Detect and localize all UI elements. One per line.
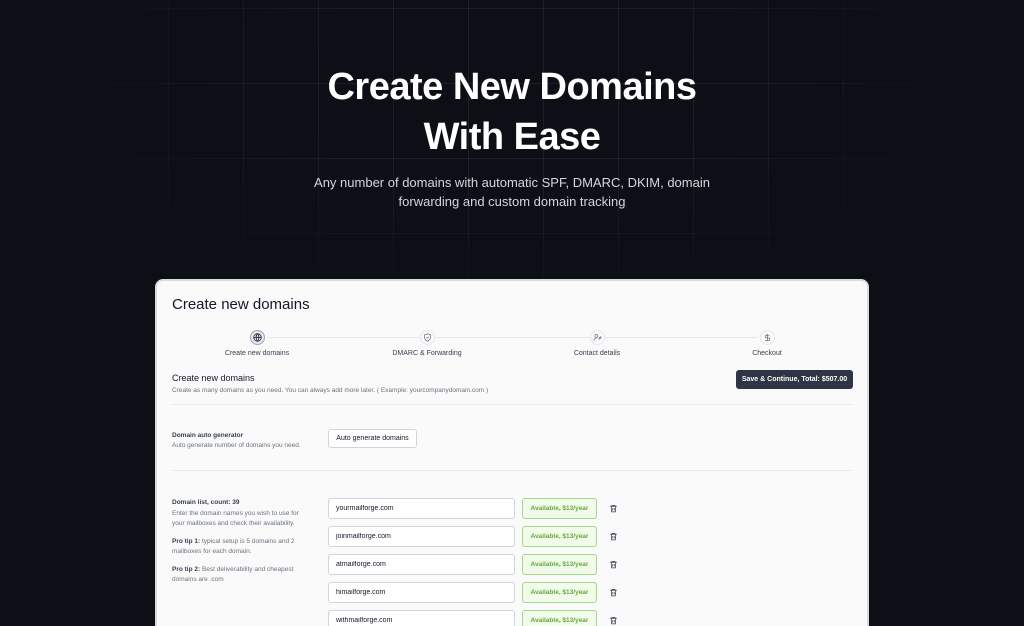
trash-icon[interactable] (604, 555, 623, 574)
step-label: DMARC & Forwarding (392, 350, 462, 357)
domain-input[interactable] (328, 526, 515, 547)
create-domains-card: Create new domains Create new domains DM… (155, 279, 869, 626)
domain-list-desc: Enter the domain names you wish to use f… (172, 510, 299, 527)
pro-tip-2: Pro tip 2: Best deliverability and cheap… (172, 566, 294, 583)
step-label: Contact details (573, 350, 621, 357)
domain-input[interactable] (328, 582, 515, 603)
save-continue-button[interactable]: Save & Continue, Total: $507.00 (736, 370, 853, 389)
card-title: Create new domains (172, 296, 310, 313)
auto-generate-button[interactable]: Auto generate domains (328, 429, 417, 448)
section-description: Create as many domains as you need. You … (172, 387, 489, 394)
pro-tip-1: Pro tip 1: typical setup is 5 domains an… (172, 538, 295, 555)
domain-input[interactable] (328, 610, 515, 626)
step-dmarc-forwarding[interactable]: DMARC & Forwarding (367, 330, 487, 357)
trash-icon[interactable] (604, 527, 623, 546)
availability-badge: Available, $13/year (522, 526, 597, 547)
domain-input[interactable] (328, 498, 515, 519)
auto-generator-title: Domain auto generator (172, 432, 244, 439)
dollar-icon (759, 330, 775, 345)
divider (172, 404, 852, 405)
domain-input[interactable] (328, 554, 515, 575)
user-edit-icon (589, 330, 605, 345)
step-checkout[interactable]: Checkout (707, 330, 827, 357)
hero-title: Create New Domains With Ease (327, 66, 697, 158)
hero-subtitle: Any number of domains with automatic SPF… (314, 175, 710, 209)
globe-icon (249, 330, 265, 345)
step-create-domains[interactable]: Create new domains (197, 330, 317, 357)
divider (172, 470, 852, 471)
stepper-line (267, 337, 757, 338)
availability-badge: Available, $13/year (522, 554, 597, 575)
domain-list-title: Domain list, count: 39 (172, 499, 240, 506)
availability-badge: Available, $13/year (522, 582, 597, 603)
auto-generator-desc: Auto generate number of domains you need… (172, 442, 301, 449)
section-title: Create new domains (172, 373, 255, 383)
trash-icon[interactable] (604, 583, 623, 602)
trash-icon[interactable] (604, 611, 623, 626)
availability-badge: Available, $13/year (522, 610, 597, 626)
availability-badge: Available, $13/year (522, 498, 597, 519)
step-label: Create new domains (224, 350, 290, 357)
step-label: Checkout (752, 350, 782, 357)
shield-icon (419, 330, 435, 345)
trash-icon[interactable] (604, 499, 623, 518)
step-contact-details[interactable]: Contact details (537, 330, 657, 357)
